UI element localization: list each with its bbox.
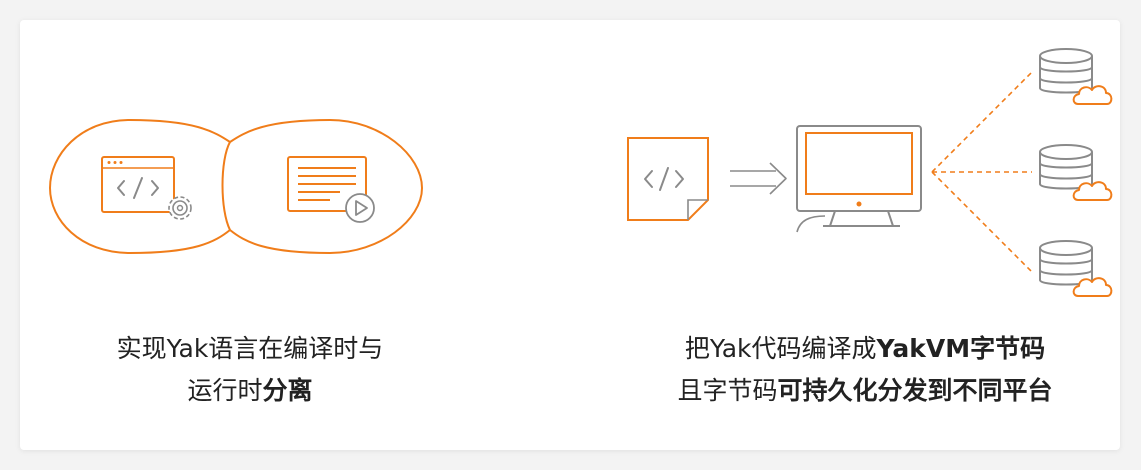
- code-file-icon: [627, 137, 709, 221]
- distribution-lines: [931, 71, 1033, 273]
- database-icon: [1039, 240, 1093, 286]
- right-caption-line1-plain: 把Yak代码编译成: [684, 334, 877, 363]
- right-caption-line2-plain: 且字节码: [677, 376, 778, 405]
- left-caption-line1: 实现Yak语言在编译时与: [116, 334, 384, 363]
- feature-card: 实现Yak语言在编译时与 运行时分离 把Yak代码编译成YakVM字节码 且字节…: [20, 20, 1120, 450]
- play-icon: [345, 193, 375, 223]
- right-caption-line2-bold: 可持久化分发到不同平台: [777, 376, 1053, 405]
- gear-icon: [168, 196, 192, 220]
- right-caption-line2: 且字节码可持久化分发到不同平台: [640, 370, 1090, 412]
- right-caption-line1-bold: YakVM字节码: [876, 334, 1046, 363]
- left-caption-line2-bold: 分离: [262, 376, 313, 405]
- database-icon: [1039, 144, 1093, 190]
- left-caption: 实现Yak语言在编译时与 运行时分离: [80, 328, 420, 412]
- code-window-icon: [101, 156, 175, 213]
- right-caption-line1: 把Yak代码编译成YakVM字节码: [640, 328, 1090, 370]
- double-arrow-icon: [730, 162, 787, 195]
- left-caption-line2: 运行时分离: [80, 370, 420, 412]
- database-icon: [1039, 48, 1093, 94]
- left-caption-line2-plain: 运行时: [187, 376, 263, 405]
- right-caption: 把Yak代码编译成YakVM字节码 且字节码可持久化分发到不同平台: [640, 328, 1090, 412]
- computer-monitor-icon: [796, 125, 922, 233]
